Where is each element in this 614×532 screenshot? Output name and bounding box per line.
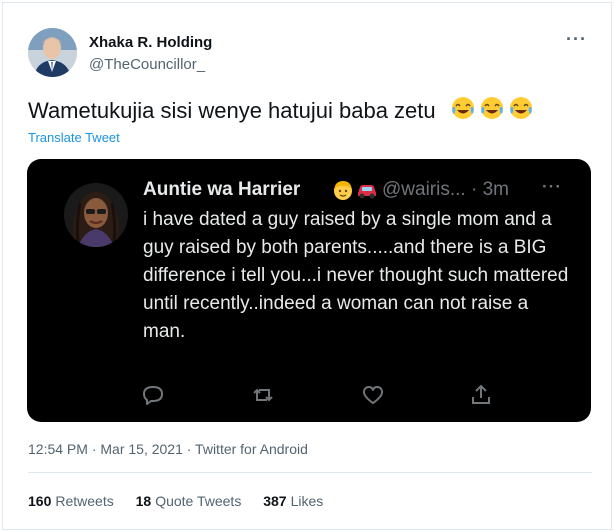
quote-tweets-stat[interactable]: 18 Quote Tweets	[136, 493, 242, 509]
retweets-stat[interactable]: 160 Retweets	[28, 493, 114, 509]
retweet-icon[interactable]	[249, 381, 277, 409]
likes-label: Likes	[290, 493, 324, 509]
divider	[28, 472, 592, 473]
quoted-tweet-text: i have dated a guy raised by a single mo…	[143, 209, 569, 342]
tweet-text: Wametukujia sisi wenye hatujui baba zetu	[28, 98, 436, 123]
tweet-stats: 160 Retweets 18 Quote Tweets 387 Likes	[28, 493, 341, 509]
tweet-timestamp[interactable]: 12:54 PM · Mar 15, 2021 · Twitter for An…	[28, 441, 308, 457]
retweets-count: 160	[28, 493, 52, 509]
translate-tweet-link[interactable]: Translate Tweet	[28, 130, 120, 145]
author-avatar[interactable]	[28, 28, 77, 77]
person-blond-hair-emoji-icon	[334, 181, 352, 200]
author-name[interactable]: Xhaka R. Holding	[89, 34, 212, 51]
more-options-icon[interactable]: ···	[566, 29, 587, 50]
like-icon[interactable]	[359, 381, 387, 409]
author-handle[interactable]: @TheCouncillor_	[89, 56, 205, 73]
quoted-actions-bar	[27, 381, 591, 411]
tears-of-joy-emoji-icon	[509, 97, 532, 119]
quote-tweets-label: Quote Tweets	[155, 493, 242, 509]
tweet-emojis	[450, 95, 534, 121]
quoted-handle-time[interactable]: @wairis... · 3m	[382, 179, 509, 201]
quoted-author-avatar[interactable]	[64, 183, 128, 247]
quote-tweets-count: 18	[135, 493, 152, 509]
retweets-label: Retweets	[55, 493, 114, 509]
tears-of-joy-emoji-icon	[451, 97, 474, 119]
tears-of-joy-emoji-icon	[480, 97, 503, 119]
reply-icon[interactable]	[139, 381, 167, 409]
tweet-body: Wametukujia sisi wenye hatujui baba zetu	[28, 95, 534, 124]
tweet-card: Xhaka R. Holding @TheCouncillor_ ··· Wam…	[2, 2, 612, 530]
quoted-more-options-icon[interactable]: ···	[542, 177, 562, 197]
quoted-author-name[interactable]: Auntie wa Harrier	[143, 179, 300, 201]
quoted-tweet[interactable]: Auntie wa Harrier @wairis... · 3m ··· i …	[27, 159, 591, 422]
share-icon[interactable]	[467, 381, 495, 409]
likes-stat[interactable]: 387 Likes	[263, 493, 323, 509]
likes-count: 387	[263, 493, 287, 509]
red-car-emoji-icon	[358, 185, 376, 199]
